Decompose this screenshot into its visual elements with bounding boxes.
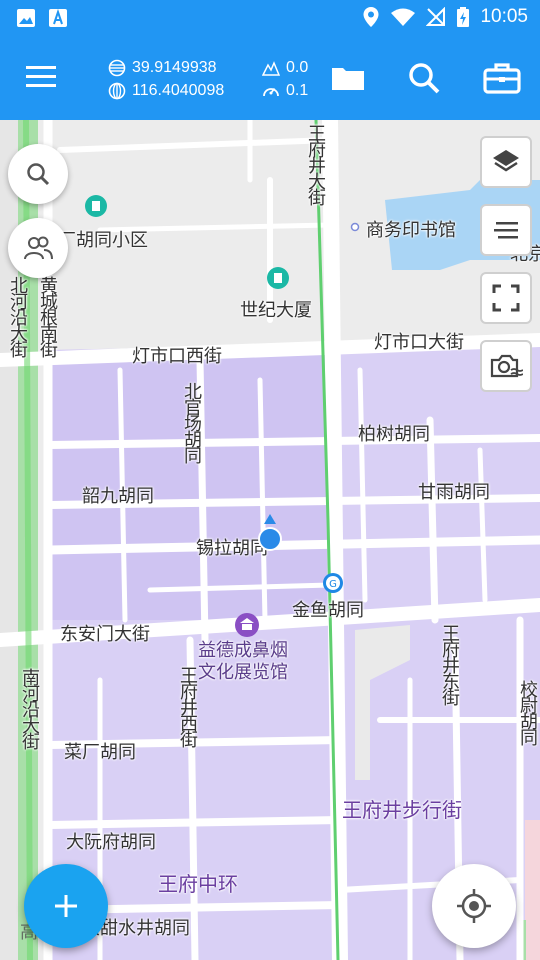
speed-value: 0.1 <box>286 81 309 99</box>
street-label: 黄城根南街 <box>37 276 58 356</box>
menu-icon[interactable] <box>26 64 58 90</box>
no-signal-icon <box>426 7 446 26</box>
layers-icon <box>493 150 519 172</box>
poi-label[interactable]: 商务印书馆 <box>366 216 456 242</box>
add-button[interactable] <box>24 864 108 948</box>
poi-label[interactable]: 益德成鼻烟文化展览馆 <box>198 640 298 684</box>
street-label: 王府井东街 <box>439 624 460 704</box>
metro-station-icon[interactable]: G <box>322 572 344 594</box>
app-notification-icon <box>49 8 67 27</box>
image-notification-icon <box>17 9 35 27</box>
status-bar: 10:05 <box>0 0 540 36</box>
poi-dot-icon <box>350 222 360 232</box>
wifi-icon <box>391 8 416 26</box>
street-label: 王府井大街 <box>305 124 326 204</box>
area-label: 王府中环 <box>158 872 238 896</box>
area-label: 王府井步行街 <box>342 798 462 822</box>
clock: 10:05 <box>480 6 528 27</box>
altitude-icon <box>262 60 280 76</box>
street-label: 校尉胡同 <box>517 680 538 744</box>
street-label: 灯市口大街 <box>374 332 464 353</box>
toolbox-icon[interactable] <box>482 58 522 98</box>
current-location-marker <box>258 514 282 551</box>
app-bar: 39.9149938 0.0 116.4040098 0.1 <box>0 36 540 120</box>
street-label: 北河沿大街 <box>7 276 28 356</box>
museum-pin-icon[interactable] <box>234 612 260 638</box>
fullscreen-button[interactable] <box>480 272 532 324</box>
residential-pin-icon[interactable] <box>84 194 108 218</box>
location-icon <box>363 7 379 27</box>
list-button[interactable] <box>480 204 532 256</box>
street-label: 金鱼胡同 <box>292 600 364 621</box>
poi-label[interactable]: 厂胡同小区 <box>58 226 148 252</box>
street-label: 东安门大街 <box>60 624 150 645</box>
latitude-value: 39.9149938 <box>132 58 217 76</box>
street-label: 菜厂胡同 <box>64 742 136 763</box>
folder-icon[interactable] <box>328 58 368 98</box>
poi-label[interactable]: 世纪大厦 <box>240 296 312 322</box>
search-icon[interactable] <box>404 58 444 98</box>
longitude-icon <box>108 82 126 99</box>
building-pin-icon[interactable] <box>266 266 290 290</box>
layers-button[interactable] <box>480 136 532 188</box>
street-label: 北官场胡同 <box>181 382 202 462</box>
group-icon <box>24 236 53 260</box>
street-label: 灯市口西街 <box>132 346 222 367</box>
my-location-button[interactable] <box>432 864 516 948</box>
map-view[interactable]: 王府井大街 灯市口西街 灯市口大街 黄城根南街 北河沿大街 北官场胡同 柏树胡同… <box>0 120 540 960</box>
latitude-icon <box>108 59 126 76</box>
gps-readout: 39.9149938 0.0 116.4040098 0.1 <box>108 56 308 102</box>
street-label: 柏树胡同 <box>358 424 430 445</box>
battery-charging-icon <box>457 7 470 27</box>
crosshair-icon <box>457 889 491 923</box>
svg-text:G: G <box>329 579 337 590</box>
street-label: 甘雨胡同 <box>418 482 490 503</box>
street-label: 南河沿大街 <box>19 668 40 748</box>
street-label: 韶九胡同 <box>82 486 154 507</box>
altitude-value: 0.0 <box>286 58 309 76</box>
plus-icon <box>55 895 77 917</box>
camera-button[interactable] <box>480 340 532 392</box>
longitude-value: 116.4040098 <box>132 81 225 99</box>
list-icon <box>494 222 518 239</box>
group-button[interactable] <box>8 218 68 278</box>
fullscreen-icon <box>492 284 520 312</box>
camera-icon <box>490 354 523 378</box>
map-search-button[interactable] <box>8 144 68 204</box>
speed-icon <box>263 87 279 96</box>
search-icon <box>27 163 50 186</box>
street-label: 王府井西街 <box>177 666 198 746</box>
street-label: 大阮府胡同 <box>66 832 156 853</box>
